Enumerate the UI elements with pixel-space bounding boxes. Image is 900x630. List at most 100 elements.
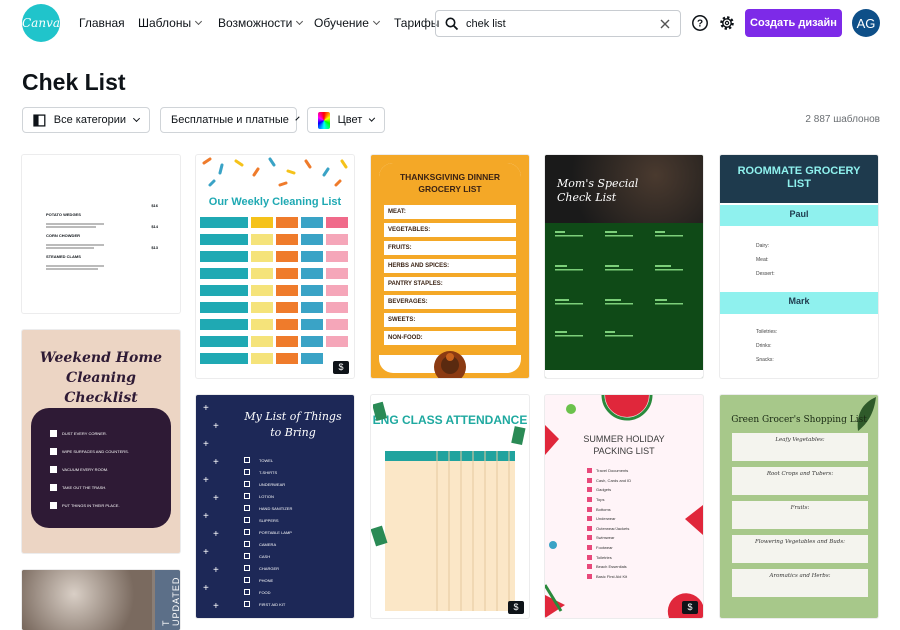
checklist-item: SLIPPERS [259,517,279,523]
checklist-item: Beach Essentials [596,564,627,570]
template-card-menu[interactable]: POTATO WEDGES $16 CORN CHOWDER $14 STEAM… [22,155,180,313]
checklist-item: Swimwear [596,535,615,541]
cleaning-grid [200,217,348,364]
filter-label: Все категории [53,114,127,126]
checklist-item: Cash, Cards and ID [596,477,632,483]
nav-label: Тарифы [394,16,440,30]
template-card-summer-packing[interactable]: SUMMER HOLIDAY PACKING LIST Travel Docum… [545,395,703,618]
photo-image [22,570,152,630]
template-card-hair[interactable]: T UPDATED [22,570,180,630]
checklist-item: PHONE [259,577,274,583]
nav-home[interactable]: Главная [79,16,125,30]
card-title: THANKSGIVING DINNER GROCERY LIST [399,172,501,194]
category-filter[interactable]: Все категории [22,107,150,133]
field-label: Snacks: [756,357,774,363]
field-label: Drinks: [756,343,772,349]
grocery-section: Aromatics and Herbs: [732,569,868,597]
star-pattern: + + + + + + + + + + + + [203,403,219,612]
svg-text:+: + [203,475,209,486]
grocery-sections: Leafy Vegetables: Root Crops and Tubers:… [732,433,868,603]
checklist-item: Basic First Aid Kit [596,573,628,579]
nav-learn[interactable]: Обучение [314,16,380,30]
checklist-item: HAND SANITIZER [259,505,293,511]
canva-logo[interactable]: Canva [22,4,60,42]
menu-item-name: CORN CHOWDER [46,233,80,238]
nav-pricing[interactable]: Тарифы [394,16,439,30]
svg-text:+: + [213,421,219,432]
checklist: TOWEL T-SHIRTS UNDERWEAR LOTION HAND SAN… [244,454,350,610]
template-card-green-grocer[interactable]: Green Grocer's Shopping List Leafy Veget… [720,395,878,618]
nav-label: Главная [79,16,125,30]
card-title: ROOMMATE GROCERY LIST [737,165,861,190]
chevron-down-icon [296,17,304,26]
template-card-mom-checklist[interactable]: Mom's Special Check List [545,155,703,378]
checklist-item: Underwear [596,516,616,522]
card-title: Green Grocer's Shopping List [731,415,867,425]
help-icon[interactable]: ? [691,14,709,32]
card-side-label: T UPDATED [161,576,180,626]
checklist-item: CAMERA [259,541,277,547]
template-card-weekend-cleaning[interactable]: Weekend Home Cleaning Checklist DUST EVE… [22,330,180,553]
nav-label: Возможности [218,16,293,30]
section-label: Root Crops and Tubers: [766,471,834,477]
card-title: My List of Things to Bring [244,410,342,439]
svg-text:+: + [203,583,209,594]
card-title: SUMMER HOLIDAY PACKING LIST [583,434,665,456]
checklist-item: T-SHIRTS [259,469,278,475]
checklist-item: FOOD [259,589,271,595]
card-title: Mom's Special Check List [557,177,639,204]
svg-text:+: + [203,511,209,522]
chevron-down-icon [133,114,141,123]
grocery-field: HERBS AND SPICES: [384,259,516,273]
menu-item: POTATO WEDGES $16 [46,203,158,228]
grocery-section: Fruits: [732,501,868,529]
field-label: Dairy: [756,243,770,249]
turkey-icon [434,351,466,378]
nav-features[interactable]: Возможности [218,16,304,30]
chevron-down-icon [295,116,300,121]
checklist-item: PUT THINGS IN THEIR PLACE. [62,502,120,508]
checklist: Travel Documents Cash, Cards and ID Gadg… [587,466,687,581]
results-count: 2 887 шаблонов [805,114,880,125]
grocery-section: Root Crops and Tubers: [732,467,868,495]
section-label: Fruits: [790,505,810,511]
checklist-item: LOTION [259,493,274,499]
svg-text:+: + [213,565,219,576]
color-filter[interactable]: Цвет [307,107,385,133]
page-title: Chek List [22,69,126,95]
checklist-item: PORTABLE LAMP [259,529,292,535]
checklist-item: CASH [259,553,271,559]
gear-icon[interactable] [718,14,736,32]
card-title: Weekend Home Cleaning Checklist [39,350,163,406]
menu-item-price: $13 [151,245,158,250]
checklist-item: Travel Documents [596,468,629,474]
menu-item-name: STEAMED CLAMS [46,254,81,259]
template-card-eng-attendance[interactable]: ENG CLASS ATTENDANCE $ [371,395,529,618]
clear-search-icon[interactable] [660,19,670,29]
template-card-weekly-cleaning[interactable]: Our Weekly Cleaning List $ [196,155,354,378]
chevron-down-icon [195,17,203,26]
person-name: Mark [788,296,810,306]
checklist-item: Outerwear/Jackets [596,525,630,531]
book-icon [373,401,387,421]
price-filter[interactable]: Бесплатные и платные [160,107,300,133]
template-card-things-to-bring[interactable]: + + + + + + + + + + + + My List of Things to Brin… [196,395,354,618]
chevron-down-icon [372,17,380,26]
template-card-roommate-grocery[interactable]: ROOMMATE GROCERY LIST Paul Dairy: Meat: … [720,155,878,378]
svg-text:?: ? [697,19,703,30]
checklist-item: Footwear [596,545,613,551]
card-footer [545,370,703,378]
checklist-item: Bottoms [596,506,611,512]
create-design-button[interactable]: Создать дизайн [745,9,842,37]
svg-text:+: + [203,439,209,450]
grocery-field: PANTRY STAPLES: [384,277,516,291]
avatar[interactable]: AG [852,9,880,37]
card-title: ENG CLASS ATTENDANCE [372,413,528,427]
grocery-field: NON-FOOD: [384,331,516,345]
checklist-item: TOWEL [259,457,274,463]
template-card-thanksgiving[interactable]: THANKSGIVING DINNER GROCERY LIST MEAT: V… [371,155,529,378]
nav-templates[interactable]: Шаблоны [138,16,203,30]
field-labels: Toiletries: Drinks: Snacks: [756,325,777,367]
menu-item-name: POTATO WEDGES [46,212,81,217]
search-input[interactable] [466,16,656,32]
